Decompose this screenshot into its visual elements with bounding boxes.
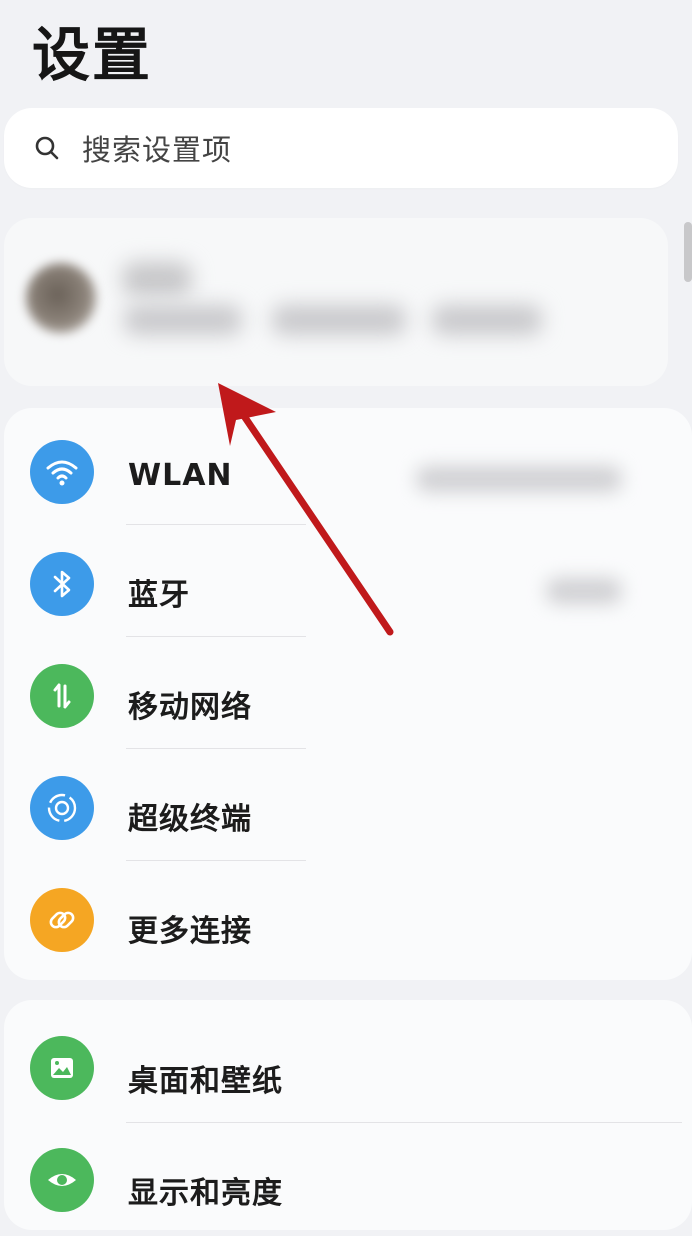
account-info-blurred bbox=[272, 305, 406, 335]
account-info-blurred bbox=[432, 305, 542, 335]
account-name-blurred bbox=[122, 262, 192, 296]
page-title: 设置 bbox=[32, 21, 153, 89]
settings-item-label: WLAN bbox=[128, 458, 233, 493]
settings-item-super-device[interactable]: 超级终端 bbox=[4, 752, 692, 864]
divider bbox=[126, 1122, 682, 1123]
settings-item-label: 超级终端 bbox=[128, 802, 252, 837]
settings-item-mobile-network[interactable]: 移动网络 bbox=[4, 640, 692, 752]
divider bbox=[126, 748, 306, 749]
avatar bbox=[26, 263, 96, 333]
settings-item-label: 移动网络 bbox=[128, 690, 252, 725]
settings-item-label: 桌面和壁纸 bbox=[128, 1064, 283, 1099]
scrollbar[interactable] bbox=[684, 222, 692, 282]
divider bbox=[126, 524, 306, 525]
settings-item-label: 显示和亮度 bbox=[128, 1176, 283, 1211]
mobile-network-icon bbox=[30, 664, 94, 728]
settings-item-wlan[interactable]: WLAN bbox=[4, 416, 692, 528]
wifi-icon bbox=[30, 440, 94, 504]
connectivity-group: WLAN 蓝牙 移动网络 超级终端 更多连接 bbox=[4, 408, 692, 980]
super-device-icon bbox=[30, 776, 94, 840]
link-icon bbox=[30, 888, 94, 952]
display-group: 桌面和壁纸 显示和亮度 bbox=[4, 1000, 692, 1230]
settings-item-label: 蓝牙 bbox=[128, 578, 190, 613]
divider bbox=[126, 636, 306, 637]
account-info-blurred bbox=[124, 305, 242, 335]
divider bbox=[126, 860, 306, 861]
settings-item-label: 更多连接 bbox=[128, 914, 252, 949]
settings-item-wallpaper[interactable]: 桌面和壁纸 bbox=[4, 1012, 692, 1124]
wlan-status-blurred bbox=[416, 466, 622, 492]
eye-icon bbox=[30, 1148, 94, 1212]
wallpaper-icon bbox=[30, 1036, 94, 1100]
search-bar[interactable]: 搜索设置项 bbox=[4, 108, 678, 188]
search-icon bbox=[34, 135, 60, 161]
bluetooth-icon bbox=[30, 552, 94, 616]
settings-item-more-connections[interactable]: 更多连接 bbox=[4, 864, 692, 976]
search-input[interactable]: 搜索设置项 bbox=[82, 127, 232, 169]
bluetooth-status-blurred bbox=[546, 578, 622, 604]
settings-item-display-brightness[interactable]: 显示和亮度 bbox=[4, 1124, 692, 1236]
account-card[interactable] bbox=[4, 218, 668, 386]
settings-item-bluetooth[interactable]: 蓝牙 bbox=[4, 528, 692, 640]
